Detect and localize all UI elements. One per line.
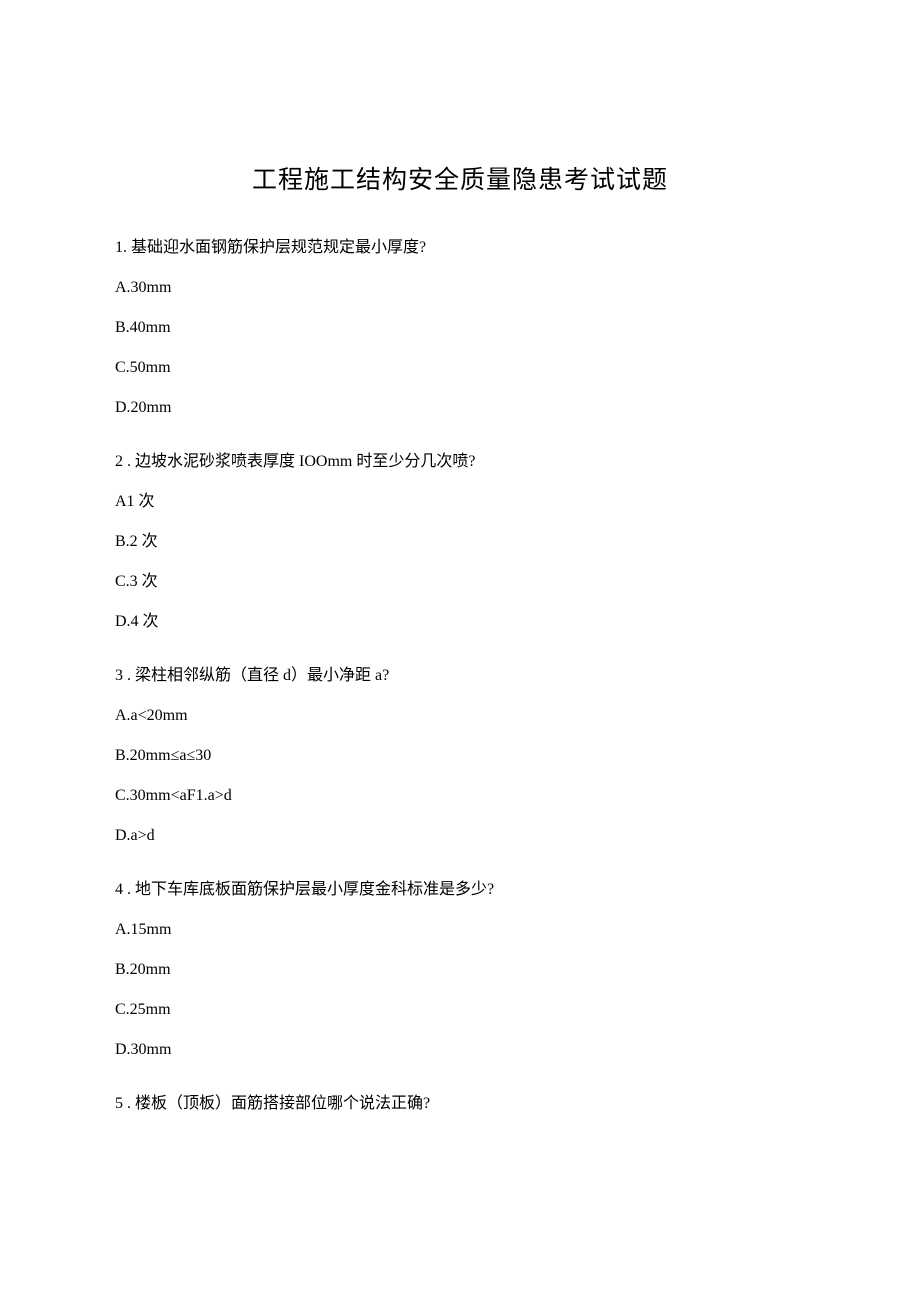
option-d: D.20mm — [115, 396, 805, 420]
question-text: 1. 基础迎水面钢筋保护层规范规定最小厚度? — [115, 236, 805, 260]
question-stem: 梁柱相邻纵筋（直径 d）最小净距 a? — [135, 667, 389, 684]
question-3: 3 . 梁柱相邻纵筋（直径 d）最小净距 a? A.a<20mm B.20mm≤… — [115, 664, 805, 848]
question-5: 5 . 楼板（顶板）面筋搭接部位哪个说法正确? — [115, 1092, 805, 1116]
question-stem: 地下车库底板面筋保护层最小厚度金科标准是多少? — [135, 881, 494, 898]
question-stem: 楼板（顶板）面筋搭接部位哪个说法正确? — [135, 1095, 430, 1112]
question-stem: 边坡水泥砂浆喷表厚度 IOOmm 时至少分几次喷? — [135, 453, 475, 470]
option-b: B.40mm — [115, 316, 805, 340]
option-d: D.a>d — [115, 824, 805, 848]
question-number: 4 . — [115, 881, 131, 898]
option-a: A.30mm — [115, 276, 805, 300]
option-d: D.30mm — [115, 1038, 805, 1062]
option-c: C.50mm — [115, 356, 805, 380]
option-a: A1 次 — [115, 490, 805, 514]
question-number: 2 . — [115, 453, 131, 470]
page-title: 工程施工结构安全质量隐患考试试题 — [115, 160, 805, 196]
question-stem: 基础迎水面钢筋保护层规范规定最小厚度? — [131, 239, 426, 256]
question-number: 5 . — [115, 1095, 131, 1112]
question-1: 1. 基础迎水面钢筋保护层规范规定最小厚度? A.30mm B.40mm C.5… — [115, 236, 805, 420]
question-text: 3 . 梁柱相邻纵筋（直径 d）最小净距 a? — [115, 664, 805, 688]
document-page: 工程施工结构安全质量隐患考试试题 1. 基础迎水面钢筋保护层规范规定最小厚度? … — [0, 0, 920, 1206]
question-4: 4 . 地下车库底板面筋保护层最小厚度金科标准是多少? A.15mm B.20m… — [115, 878, 805, 1062]
option-c: C.3 次 — [115, 570, 805, 594]
option-b: B.20mm≤a≤30 — [115, 744, 805, 768]
question-2: 2 . 边坡水泥砂浆喷表厚度 IOOmm 时至少分几次喷? A1 次 B.2 次… — [115, 450, 805, 634]
option-a: A.15mm — [115, 918, 805, 942]
question-text: 5 . 楼板（顶板）面筋搭接部位哪个说法正确? — [115, 1092, 805, 1116]
question-text: 4 . 地下车库底板面筋保护层最小厚度金科标准是多少? — [115, 878, 805, 902]
question-text: 2 . 边坡水泥砂浆喷表厚度 IOOmm 时至少分几次喷? — [115, 450, 805, 474]
option-a: A.a<20mm — [115, 704, 805, 728]
option-d: D.4 次 — [115, 610, 805, 634]
option-c: C.30mm<aF1.a>d — [115, 784, 805, 808]
option-b: B.20mm — [115, 958, 805, 982]
question-number: 3 . — [115, 667, 131, 684]
option-b: B.2 次 — [115, 530, 805, 554]
question-number: 1. — [115, 239, 127, 256]
option-c: C.25mm — [115, 998, 805, 1022]
